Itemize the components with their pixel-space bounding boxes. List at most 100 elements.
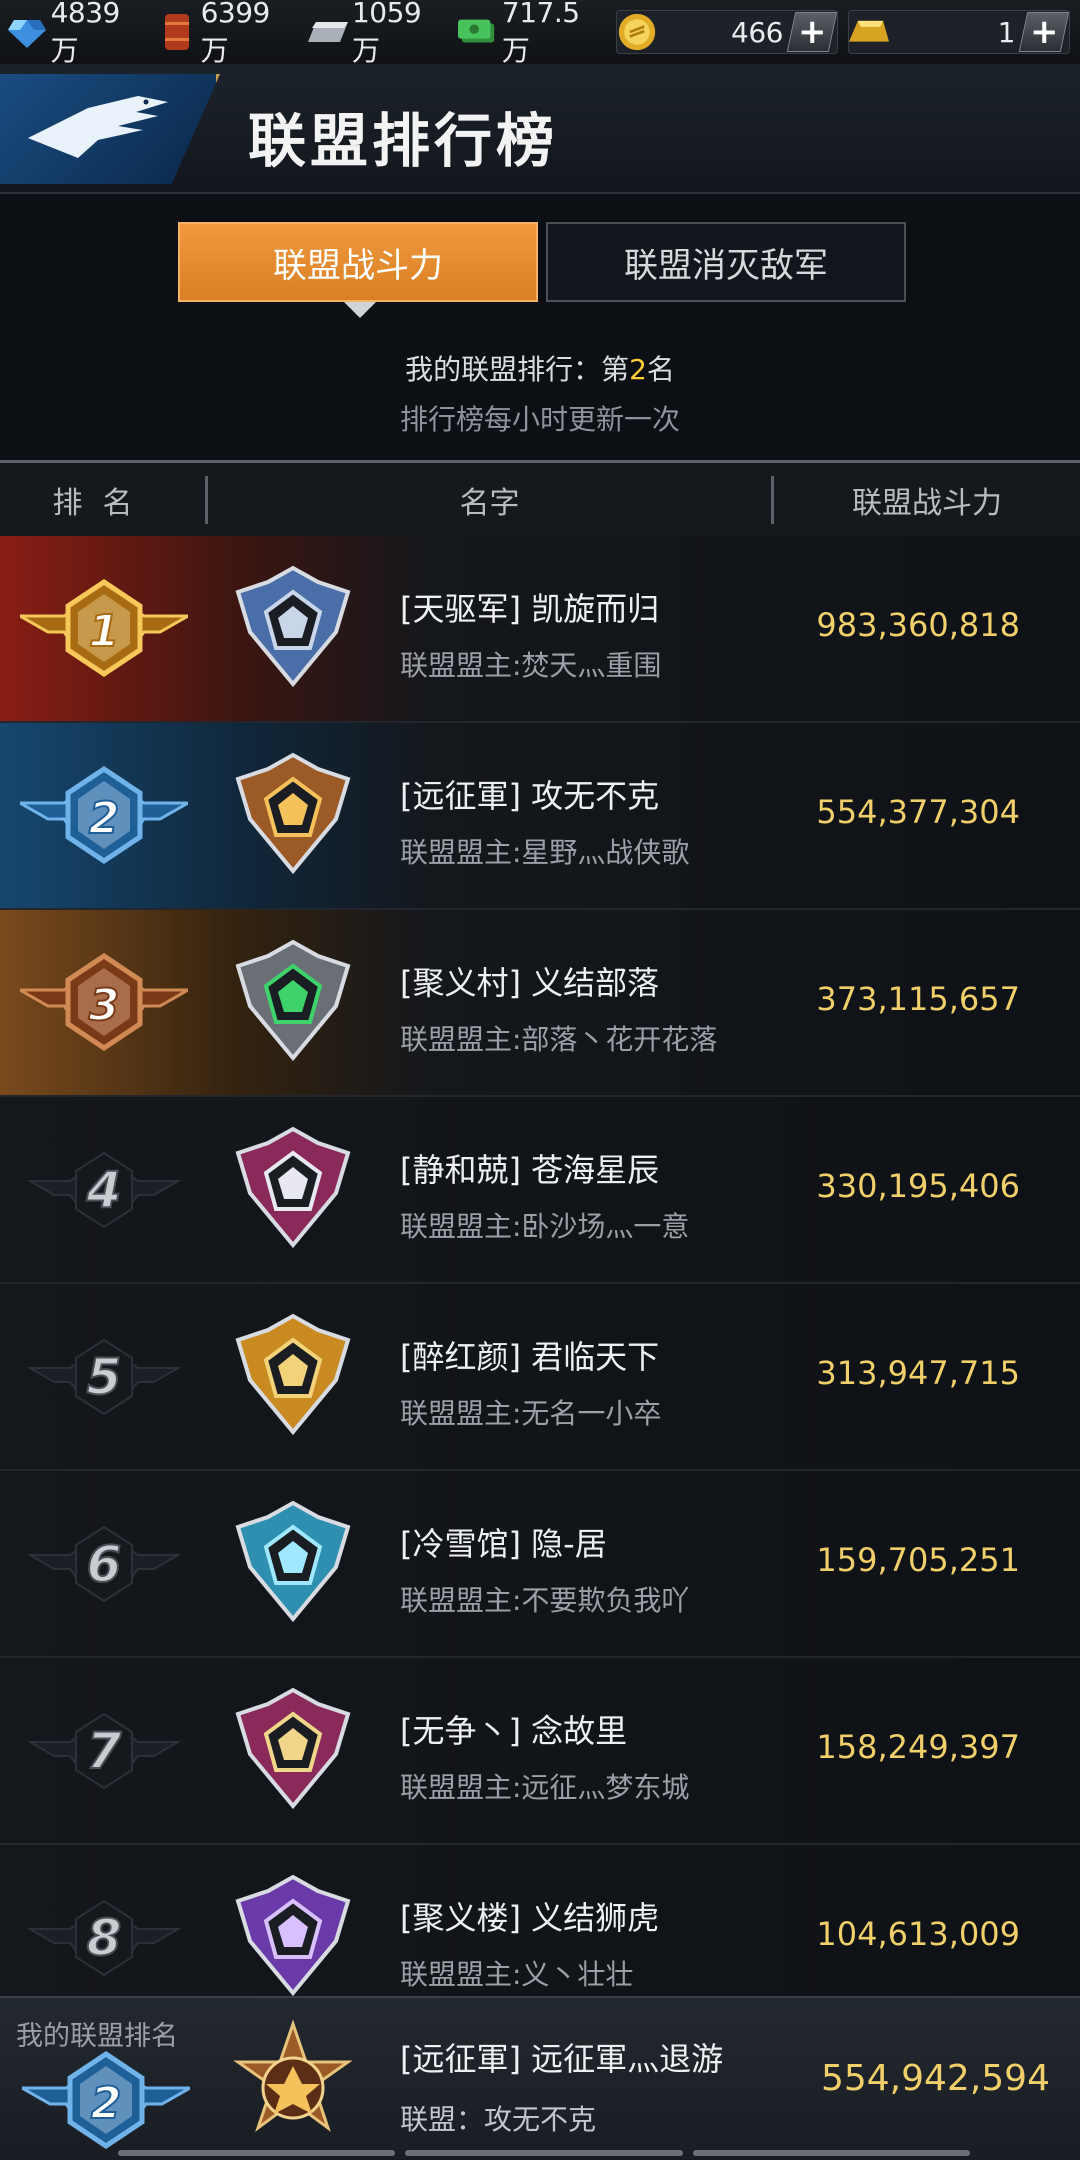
table-header: 排名 名字 联盟战斗力 <box>0 460 1080 536</box>
resource-coin: 466 + <box>616 10 838 54</box>
add-gold-button[interactable]: + <box>1018 12 1070 52</box>
rank-number: 1 <box>89 606 120 657</box>
rank-badge-icon: 2 <box>16 2042 196 2160</box>
rank-number: 5 <box>87 1348 122 1406</box>
resource-cash-value: 717.5万 <box>501 0 580 67</box>
alliance-name: [静和兢] 苍海星辰 <box>400 1151 660 1189</box>
rank-number: 8 <box>87 1909 122 1967</box>
alliance-name: [无争丶] 念故里 <box>400 1712 628 1750</box>
alliance-leader: 联盟盟主:远征灬梦东城 <box>400 1771 690 1804</box>
rank-badge-icon: 4 <box>20 1131 188 1251</box>
alliance-leader: 联盟盟主:焚天灬重围 <box>400 649 662 682</box>
my-alliance-panel[interactable]: 我的联盟排名 2 [远征軍] 远征軍灬退游 联盟：攻无不克 554,942,59… <box>0 1996 1080 2160</box>
alliance-emblem-icon <box>228 1310 358 1440</box>
resource-gold-value: 1 <box>997 15 1016 49</box>
resource-oil: 6399万 <box>158 0 294 69</box>
resource-coin-value: 466 <box>731 15 783 49</box>
alliance-leader: 联盟盟主:星野灬战侠歌 <box>400 836 690 869</box>
alliance-emblem-icon <box>228 2018 358 2148</box>
column-power: 联盟战斗力 <box>852 485 1002 521</box>
rank-number: 6 <box>87 1535 122 1593</box>
page-title: 联盟排行榜 <box>248 107 559 175</box>
resource-oil-value: 6399万 <box>200 0 271 67</box>
rank-badge-icon: 1 <box>14 570 194 690</box>
column-name: 名字 <box>459 485 520 521</box>
rank-number: 2 <box>89 793 120 844</box>
alliance-name: [醉红颜] 君临天下 <box>400 1338 660 1376</box>
gold-coin-icon <box>617 12 657 52</box>
rank-badge-icon: 2 <box>14 757 194 877</box>
alliance-leader: 联盟盟主:卧沙场灬一意 <box>400 1210 690 1243</box>
rank-number: 2 <box>91 2078 122 2129</box>
rank-badge-icon: 5 <box>20 1318 188 1438</box>
rank-number: 3 <box>89 980 120 1031</box>
alliance-power: 158,249,397 <box>816 1728 1020 1766</box>
alliance-emblem-icon <box>228 1871 358 2001</box>
resource-steel: 1059万 <box>307 0 444 69</box>
tab-alliance-power[interactable]: 联盟战斗力 <box>178 222 538 318</box>
my-rank-number: 2 <box>629 353 647 386</box>
alliance-name: [聚义楼] 义结狮虎 <box>400 1899 660 1937</box>
my-alliance-name: [远征軍] 远征軍灬退游 <box>400 2040 724 2078</box>
alliance-leader: 联盟盟主:不要欺负我吖 <box>400 1584 690 1617</box>
table-row[interactable]: 2 [远征軍] 攻无不克联盟盟主:星野灬战侠歌 554,377,304 <box>0 723 1080 910</box>
my-rank-summary: 我的联盟排行：第2名 <box>0 348 1080 388</box>
alliance-power: 313,947,715 <box>816 1354 1020 1392</box>
resource-steel-value: 1059万 <box>351 0 422 67</box>
update-note: 排行榜每小时更新一次 <box>399 403 680 436</box>
table-row[interactable]: 4 [静和兢] 苍海星辰联盟盟主:卧沙场灬一意 330,195,406 <box>0 1097 1080 1284</box>
my-rank-prefix: 我的联盟排行：第 <box>405 353 630 386</box>
resource-crystal: 4839万 <box>8 0 144 69</box>
alliance-name: [天驱军] 凯旋而归 <box>400 590 660 628</box>
alliance-emblem-icon <box>228 1684 358 1814</box>
resource-cash: 717.5万 <box>457 0 602 69</box>
alliance-power: 373,115,657 <box>816 980 1020 1018</box>
alliance-leader: 联盟盟主:无名一小卒 <box>400 1397 662 1430</box>
column-rank: 排名 <box>52 485 153 521</box>
add-coin-button[interactable]: + <box>786 12 838 52</box>
rank-badge-icon: 6 <box>20 1505 188 1625</box>
gold-bar-icon <box>849 12 889 52</box>
my-alliance-title: 联盟：攻无不克 <box>400 2103 597 2136</box>
alliance-leader: 联盟盟主:部落丶花开花落 <box>400 1023 718 1056</box>
alliance-leader: 联盟盟主:义丶壮壮 <box>400 1958 634 1991</box>
resource-crystal-value: 4839万 <box>50 0 121 67</box>
alliance-name: [聚义村] 义结部落 <box>400 964 660 1002</box>
alliance-emblem-icon <box>228 1123 358 1253</box>
alliance-emblem-icon <box>228 936 358 1066</box>
rank-badge-icon: 7 <box>20 1692 188 1812</box>
steel-bar-icon <box>307 12 348 52</box>
rank-number: 4 <box>86 1161 122 1219</box>
eagle-icon <box>28 96 168 158</box>
alliance-emblem-icon <box>228 562 358 692</box>
page-header: 联盟排行榜 <box>0 64 1080 194</box>
plus-icon: + <box>1029 12 1059 52</box>
resource-gold: 1 + <box>848 10 1070 54</box>
alliance-name: [冷雪馆] 隐-居 <box>400 1525 607 1563</box>
rank-badge-icon: 8 <box>20 1879 188 1999</box>
oil-barrel-icon <box>158 12 197 52</box>
alliance-emblem-icon <box>228 1497 358 1627</box>
ranking-list: 1 [天驱军] 凯旋而归 联盟盟主:焚天灬重围 983,360,818 2 [远征軍] 攻… <box>0 536 1080 2032</box>
plus-icon: + <box>797 12 827 52</box>
table-row[interactable]: 5 [醉红颜] 君临天下联盟盟主:无名一小卒 313,947,715 <box>0 1284 1080 1471</box>
back-button[interactable] <box>0 74 220 184</box>
alliance-power: 159,705,251 <box>816 1541 1020 1579</box>
table-row[interactable]: 7 [无争丶] 念故里联盟盟主:远征灬梦东城 158,249,397 <box>0 1658 1080 1845</box>
alliance-power: 330,195,406 <box>816 1167 1020 1205</box>
alliance-name: [远征軍] 攻无不克 <box>400 777 660 815</box>
table-row[interactable]: 1 [天驱军] 凯旋而归 联盟盟主:焚天灬重围 983,360,818 <box>0 536 1080 723</box>
crystal-icon <box>8 12 47 52</box>
page-indicator <box>118 2150 970 2156</box>
rank-badge-icon: 3 <box>14 944 194 1064</box>
tab-bar: 联盟战斗力 联盟消灭敌军 <box>178 222 914 318</box>
resource-bar: 4839万 6399万 1059万 717.5万 466 + 1 + <box>0 0 1080 67</box>
table-row[interactable]: 3 [聚义村] 义结部落联盟盟主:部落丶花开花落 373,115,657 <box>0 910 1080 1097</box>
alliance-emblem-icon <box>228 749 358 879</box>
alliance-power: 554,377,304 <box>816 793 1020 831</box>
my-rank-suffix: 名 <box>646 353 675 386</box>
tab-alliance-kills[interactable]: 联盟消灭敌军 <box>546 222 906 302</box>
cash-icon <box>457 12 498 52</box>
table-row[interactable]: 6 [冷雪馆] 隐-居联盟盟主:不要欺负我吖 159,705,251 <box>0 1471 1080 1658</box>
alliance-power: 104,613,009 <box>816 1915 1020 1953</box>
